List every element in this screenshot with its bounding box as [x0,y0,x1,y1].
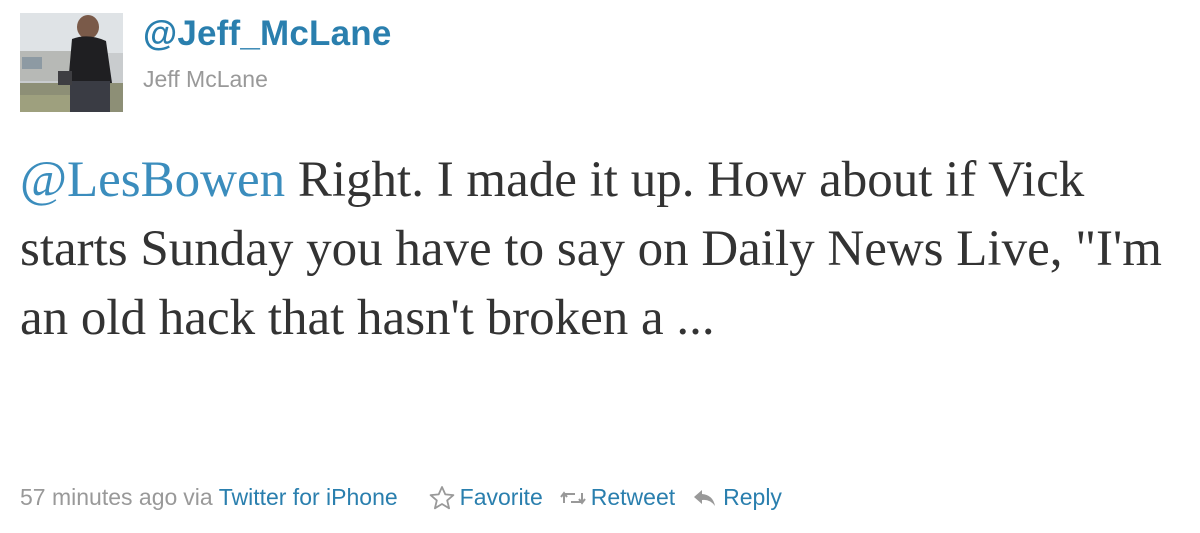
reply-label: Reply [723,484,782,510]
source-link[interactable]: Twitter for iPhone [219,484,398,511]
mention-link[interactable]: @LesBowen [20,152,285,208]
star-outline-icon [428,485,456,511]
tweet-text: @LesBowen Right. I made it up. How about… [20,146,1180,353]
favorite-button[interactable]: Favorite [428,484,543,511]
retweet-label: Retweet [590,484,676,510]
full-name: Jeff McLane [143,66,268,92]
reply-arrow-icon [691,485,719,511]
tweet-card: @Jeff_McLane Jeff McLane @LesBowen Right… [0,0,1200,533]
via-label: via [183,484,213,510]
favorite-label: Favorite [459,484,543,510]
timestamp[interactable]: 57 minutes ago [20,484,177,511]
tweet-meta: 57 minutes ago via Twitter for iPhone Fa… [20,484,782,511]
retweet-button[interactable]: Retweet [559,484,675,511]
avatar[interactable] [20,13,123,112]
reply-button[interactable]: Reply [691,484,782,511]
retweet-arrows-icon [559,485,587,511]
screen-name[interactable]: @Jeff_McLane [143,14,392,54]
